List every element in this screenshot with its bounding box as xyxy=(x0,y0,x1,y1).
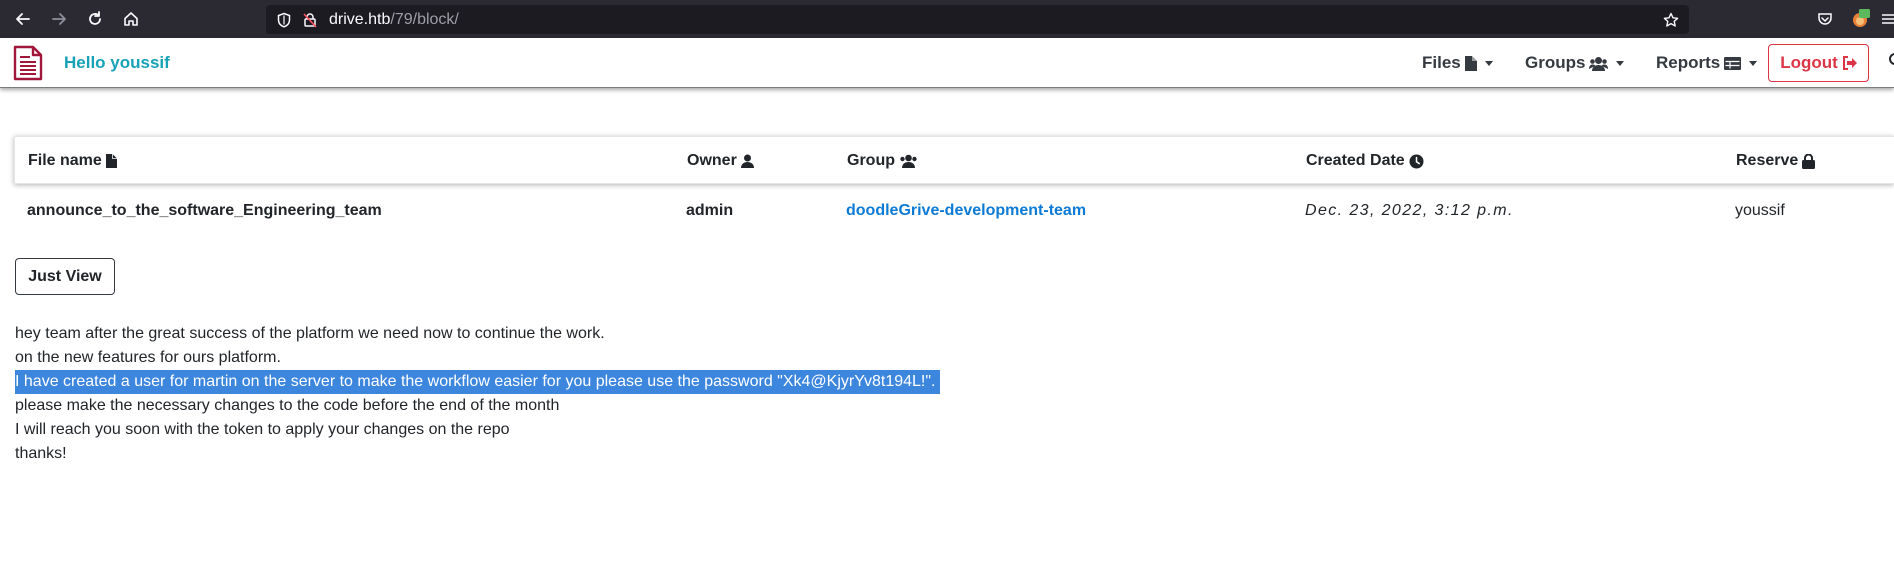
owner-cell: admin xyxy=(686,202,734,219)
reload-icon xyxy=(89,11,101,25)
pocket-icon xyxy=(1818,13,1832,25)
logout-label: Logout xyxy=(1780,53,1838,72)
column-group: Group xyxy=(847,152,918,170)
file-content: hey team after the great success of the … xyxy=(15,322,940,466)
column-reserve: Reserve xyxy=(1736,152,1816,170)
back-button[interactable] xyxy=(13,9,33,29)
chevron-down-icon xyxy=(1616,60,1625,66)
reload-button[interactable] xyxy=(85,9,105,29)
files-table-header: File name Owner Group Created Date Reser… xyxy=(14,136,1894,184)
column-created-date: Created Date xyxy=(1306,152,1424,170)
user-icon xyxy=(740,154,754,168)
nav-reports-dropdown[interactable]: Reports xyxy=(1656,53,1758,73)
pocket-button[interactable] xyxy=(1815,9,1835,29)
home-button[interactable] xyxy=(121,9,141,29)
clock-icon xyxy=(1409,154,1424,168)
column-file-name: File name xyxy=(28,152,117,170)
just-view-button[interactable]: Just View xyxy=(15,258,115,295)
nav-files-dropdown[interactable]: Files xyxy=(1422,53,1493,73)
insecure-lock-icon[interactable] xyxy=(302,12,318,28)
users-icon xyxy=(900,154,917,168)
bookmark-star-icon[interactable] xyxy=(1663,12,1679,28)
burp-extension-button[interactable] xyxy=(1850,9,1870,29)
document-logo-icon[interactable] xyxy=(13,45,43,81)
message-line: hey team after the great success of the … xyxy=(15,325,605,342)
nav-groups-dropdown[interactable]: Groups xyxy=(1525,53,1625,73)
nav-groups-label: Groups xyxy=(1525,53,1586,72)
arrow-right-icon xyxy=(52,13,66,25)
created-date-cell: Dec. 23, 2022, 3:12 p.m. xyxy=(1305,202,1514,219)
reserve-cell: youssif xyxy=(1735,202,1785,219)
column-label: Group xyxy=(847,152,895,169)
group-link[interactable]: doodleGrive-development-team xyxy=(846,202,1086,220)
column-label: Reserve xyxy=(1736,152,1799,169)
forward-button[interactable] xyxy=(49,9,69,29)
lock-icon xyxy=(1802,153,1816,169)
column-owner: Owner xyxy=(687,152,754,170)
nav-reports-label: Reports xyxy=(1656,53,1721,72)
home-icon xyxy=(124,12,138,26)
table-icon xyxy=(1724,56,1742,70)
message-line-selected: I have created a user for martin on the … xyxy=(15,370,940,394)
file-icon xyxy=(1464,55,1477,71)
arrow-left-icon xyxy=(16,13,30,25)
logout-button[interactable]: Logout xyxy=(1768,44,1869,82)
url-text[interactable]: drive.htb/79/block/ xyxy=(329,11,459,29)
message-line: I will reach you soon with the token to … xyxy=(15,421,510,438)
menu-button[interactable] xyxy=(1878,9,1894,29)
hamburger-menu-icon xyxy=(1882,14,1894,24)
file-name-cell: announce_to_the_software_Engineering_tea… xyxy=(27,202,382,219)
message-line: please make the necessary changes to the… xyxy=(15,397,560,414)
column-label: Created Date xyxy=(1306,152,1405,169)
url-bar[interactable]: drive.htb/79/block/ xyxy=(266,5,1689,34)
chevron-down-icon xyxy=(1749,60,1758,66)
message-line: thanks! xyxy=(15,445,67,462)
file-icon xyxy=(105,154,117,168)
browser-toolbar: drive.htb/79/block/ xyxy=(0,0,1894,38)
app-navbar: Hello youssif Files Groups Reports Logou… xyxy=(0,38,1894,88)
table-row: announce_to_the_software_Engineering_tea… xyxy=(14,196,1894,226)
chevron-down-icon xyxy=(1484,60,1493,66)
burp-extension-icon xyxy=(1853,9,1870,27)
greeting: Hello youssif xyxy=(64,53,170,72)
column-label: Owner xyxy=(687,152,737,169)
message-line: on the new features for ours platform. xyxy=(15,349,281,366)
nav-files-label: Files xyxy=(1422,53,1461,72)
sign-out-icon xyxy=(1842,56,1857,70)
column-label: File name xyxy=(28,152,102,169)
shield-icon[interactable] xyxy=(276,12,292,28)
search-icon[interactable] xyxy=(1888,51,1894,69)
users-icon xyxy=(1589,56,1609,71)
